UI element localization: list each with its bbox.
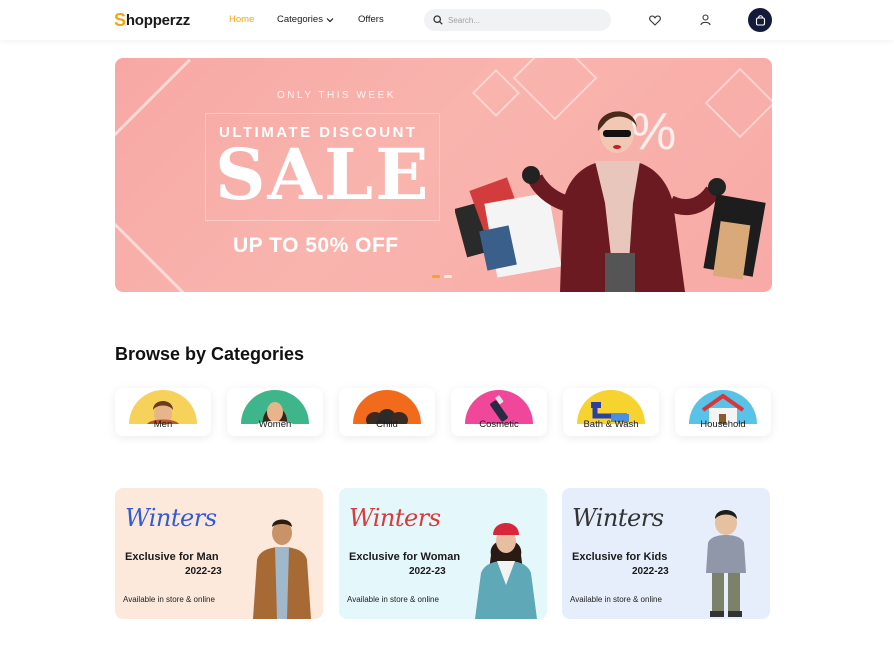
category-women[interactable]: Women xyxy=(227,388,323,436)
account-button[interactable] xyxy=(697,12,713,28)
carousel-dot-active[interactable] xyxy=(432,275,440,278)
promo-man-image xyxy=(253,519,311,619)
shopperzz-logo[interactable]: Shopperzz xyxy=(114,10,190,30)
chevron-down-icon xyxy=(326,17,334,22)
wishlist-button[interactable] xyxy=(647,12,663,28)
category-label: Household xyxy=(700,419,746,430)
promo-card-men[interactable]: Winters Exclusive for Man 2022-23 Availa… xyxy=(115,488,323,619)
promo-year: 2022-23 xyxy=(185,566,222,577)
search-input[interactable] xyxy=(448,15,598,25)
promo-availability: Available in store & online xyxy=(123,595,215,604)
banner-model-image xyxy=(455,111,766,292)
promo-title: Winters xyxy=(125,504,217,532)
nav-home-link[interactable]: Home xyxy=(229,14,254,25)
user-icon xyxy=(699,14,711,26)
banner-decor-line xyxy=(115,58,191,146)
search-icon xyxy=(433,15,443,25)
promo-woman-image xyxy=(475,523,537,619)
browse-categories-heading: Browse by Categories xyxy=(115,344,305,364)
banner-decor-line xyxy=(115,218,189,292)
search-bar[interactable] xyxy=(424,9,611,31)
hero-sale-banner[interactable]: ONLY THIS WEEK ULTIMATE DISCOUNT SALE UP… xyxy=(115,58,772,292)
category-bath-wash[interactable]: Bath & Wash xyxy=(563,388,659,436)
nav-offers-link[interactable]: Offers xyxy=(358,14,384,25)
logo-initial: S xyxy=(114,9,126,30)
category-household[interactable]: Household xyxy=(675,388,771,436)
category-child[interactable]: Child xyxy=(339,388,435,436)
promo-subtitle: Exclusive for Kids xyxy=(572,551,668,563)
logo-text: hopperzz xyxy=(125,11,191,29)
banner-carousel-dots xyxy=(432,275,452,278)
promo-year: 2022-23 xyxy=(409,566,446,577)
promo-title: Winters xyxy=(349,504,441,532)
category-label: Child xyxy=(376,419,398,430)
promo-year: 2022-23 xyxy=(632,566,669,577)
heart-icon xyxy=(649,14,661,26)
category-label: Women xyxy=(258,419,292,430)
promo-subtitle: Exclusive for Woman xyxy=(349,551,461,563)
promo-subtitle: Exclusive for Man xyxy=(125,551,219,563)
cart-button[interactable] xyxy=(748,8,772,32)
promo-availability: Available in store & online xyxy=(347,595,439,604)
nav-categories-label: Categories xyxy=(277,14,323,25)
carousel-dot[interactable] xyxy=(444,275,452,278)
nav-categories-dropdown[interactable]: Categories xyxy=(277,14,334,25)
promo-kid-image xyxy=(706,510,746,617)
category-label: Bath & Wash xyxy=(583,419,639,430)
category-label: Cosmetic xyxy=(479,419,519,430)
banner-sale-text: SALE xyxy=(215,133,431,216)
category-men[interactable]: Men xyxy=(115,388,211,436)
category-cosmetic[interactable]: Cosmetic xyxy=(451,388,547,436)
shopping-bag-icon xyxy=(755,15,765,26)
promo-card-women[interactable]: Winters Exclusive for Woman 2022-23 Avai… xyxy=(339,488,547,619)
promo-card-kids[interactable]: Winters Exclusive for Kids 2022-23 Avail… xyxy=(562,488,770,619)
top-navbar: Shopperzz Home Categories Offers xyxy=(0,0,894,40)
promo-title: Winters xyxy=(572,504,664,532)
category-label: Men xyxy=(153,419,173,430)
promo-availability: Available in store & online xyxy=(570,595,662,604)
banner-offer-text: UP TO 50% OFF xyxy=(233,234,399,257)
banner-kicker: ONLY THIS WEEK xyxy=(277,90,396,101)
